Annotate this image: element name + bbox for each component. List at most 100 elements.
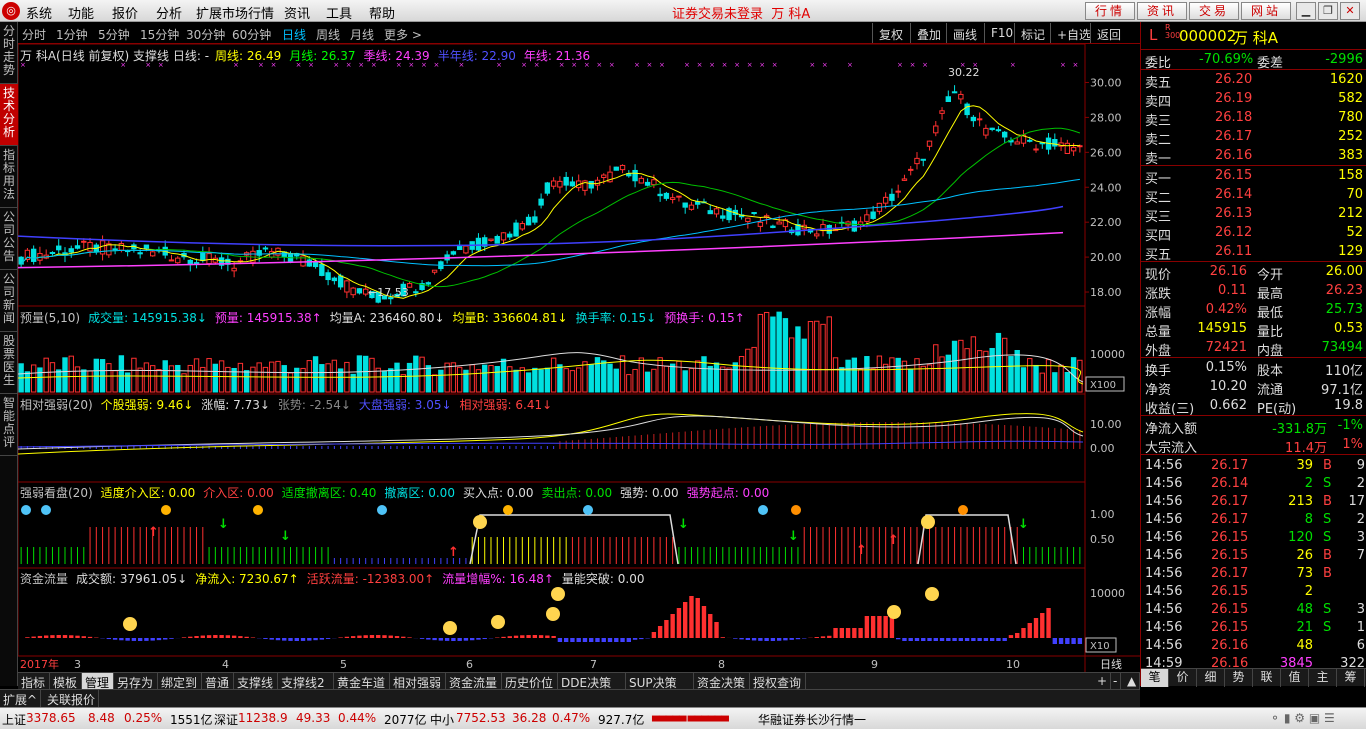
volume-bar (106, 363, 112, 393)
legend-part: 均量A: 236460.80↓ (329, 311, 445, 325)
indicator-tab-10[interactable]: 资金流量 (446, 673, 502, 690)
indicator-tab-13[interactable]: SUP决策 (626, 673, 694, 690)
quote-tab-7[interactable]: 筹 (1337, 669, 1365, 687)
volume-bar (312, 356, 319, 393)
rail-tab-1[interactable]: 技 术 分 析 (0, 84, 18, 146)
quote-tab-4[interactable]: 联 (1253, 669, 1281, 687)
period-8[interactable]: 月线 (350, 26, 374, 43)
tool-4[interactable]: 标记 (1014, 23, 1051, 43)
rail-tab-3[interactable]: 公 司 公 告 (0, 208, 18, 270)
indicator-tab-12[interactable]: DDE决策 (558, 673, 626, 690)
menu-item-2[interactable]: 报价 (112, 3, 138, 22)
legend-part: 预量(5,10) (20, 311, 81, 325)
tool-6[interactable]: 返回 (1090, 23, 1127, 43)
indicator-tab-15[interactable]: 授权查询 (750, 673, 806, 690)
rail-tab-4[interactable]: 公 司 新 闻 (0, 270, 18, 332)
candle (857, 221, 864, 225)
menu-item-7[interactable]: 帮助 (369, 3, 395, 22)
top-button-2[interactable]: 交易 (1189, 2, 1239, 20)
indicator-tab-6[interactable]: 支撑线 (234, 673, 278, 690)
volume-bar (575, 367, 582, 393)
candle (137, 252, 143, 255)
sz-index[interactable]: 11238.9 (238, 711, 288, 725)
candle (720, 215, 726, 219)
cell: 0.11 (1218, 283, 1247, 298)
period-9[interactable]: 更多 > (384, 26, 422, 43)
menu-item-3[interactable]: 分析 (156, 3, 182, 22)
indicator-tab-7[interactable]: 支撑线2 (278, 673, 334, 690)
zx-change: 36.28 (512, 711, 547, 725)
scroll-plus-button[interactable]: + (1094, 673, 1112, 690)
indicator-tab-2[interactable]: 管理 (82, 673, 114, 690)
indicator-tab-9[interactable]: 相对强弱 (390, 673, 446, 690)
menu-item-5[interactable]: 资讯 (284, 3, 310, 22)
lower-tab-0[interactable]: 扩展^ (0, 690, 42, 707)
candle (908, 168, 914, 171)
period-1[interactable]: 1分钟 (56, 26, 88, 43)
price-tick: 30.00 (1090, 76, 1122, 89)
indicator-tab-1[interactable]: 模板 (50, 673, 82, 690)
rail-tab-0[interactable]: 分 时 走 势 (0, 22, 18, 84)
period-5[interactable]: 60分钟 (232, 26, 271, 43)
rail-tab-2[interactable]: 指 标 用 法 (0, 146, 18, 208)
menu-item-0[interactable]: 系统 (26, 3, 52, 22)
quote-tab-5[interactable]: 值 (1281, 669, 1309, 687)
candle (513, 222, 519, 237)
quote-tab-0[interactable]: 笔 (1141, 669, 1169, 687)
volume-bar (983, 350, 989, 393)
zx-index[interactable]: 7752.53 (456, 711, 506, 725)
scroll-minus-button[interactable]: - (1110, 673, 1122, 690)
period-6[interactable]: 日线 (282, 26, 306, 43)
lower-tab-1[interactable]: 关联报价 (44, 690, 100, 707)
tick-time: 14:56 (1145, 494, 1183, 509)
indicator-tab-3[interactable]: 另存为 (114, 673, 158, 690)
tick-volume: 73 (1296, 566, 1313, 581)
menu-item-6[interactable]: 工具 (326, 3, 352, 22)
rs-tick: 0.00 (1090, 442, 1115, 455)
volume-bar (845, 359, 851, 393)
x-axis-label: 3 (74, 658, 81, 671)
rail-tab-5[interactable]: 股 票 医 生 (0, 332, 18, 394)
scroll-up-button[interactable]: ▲ (1124, 673, 1141, 690)
tick-side: B (1323, 494, 1332, 509)
minimize-icon[interactable]: ▁ (1296, 2, 1316, 20)
close-icon[interactable]: ✕ (1340, 2, 1360, 20)
indicator-tab-4[interactable]: 绑定到 (158, 673, 202, 690)
sh-index[interactable]: 3378.65 (26, 711, 76, 725)
volume-bar (463, 369, 469, 393)
volume-bar (732, 362, 739, 393)
quote-tab-1[interactable]: 价 (1169, 669, 1197, 687)
tick-side: S (1323, 620, 1332, 635)
indicator-tab-11[interactable]: 历史价位 (502, 673, 558, 690)
period-4[interactable]: 30分钟 (186, 26, 225, 43)
quote-tab-6[interactable]: 主 (1309, 669, 1337, 687)
tool-1[interactable]: 叠加 (910, 23, 947, 43)
volume-bar (206, 358, 212, 393)
period-3[interactable]: 15分钟 (140, 26, 179, 43)
volume-bar (826, 316, 832, 393)
smiley-icon (443, 621, 457, 635)
restore-icon[interactable]: ❐ (1318, 2, 1338, 20)
indicator-tab-0[interactable]: 指标 (18, 673, 50, 690)
candle (926, 140, 933, 147)
quote-tab-3[interactable]: 势 (1225, 669, 1253, 687)
tool-2[interactable]: 画线 (946, 23, 983, 43)
top-button-0[interactable]: 行情 (1085, 2, 1135, 20)
menu-item-4[interactable]: 扩展市场行情 (196, 3, 274, 22)
period-0[interactable]: 分时 (22, 26, 46, 43)
signal-x-mark: × (659, 61, 665, 69)
rail-tab-6[interactable]: 智 能 点 评 (0, 394, 18, 456)
top-button-1[interactable]: 资讯 (1137, 2, 1187, 20)
cell: 26.14 (1215, 187, 1253, 202)
cell: 26.12 (1215, 225, 1253, 240)
top-button-3[interactable]: 网站 (1241, 2, 1291, 20)
period-7[interactable]: 周线 (316, 26, 340, 43)
indicator-tab-5[interactable]: 普通 (202, 673, 234, 690)
menu-item-1[interactable]: 功能 (68, 3, 94, 22)
indicator-tab-8[interactable]: 黄金车道 (334, 673, 390, 690)
stock-name: 万 科A (1233, 29, 1279, 47)
period-2[interactable]: 5分钟 (98, 26, 130, 43)
quote-tab-2[interactable]: 细 (1197, 669, 1225, 687)
tool-0[interactable]: 复权 (872, 23, 909, 43)
indicator-tab-14[interactable]: 资金决策 (694, 673, 750, 690)
